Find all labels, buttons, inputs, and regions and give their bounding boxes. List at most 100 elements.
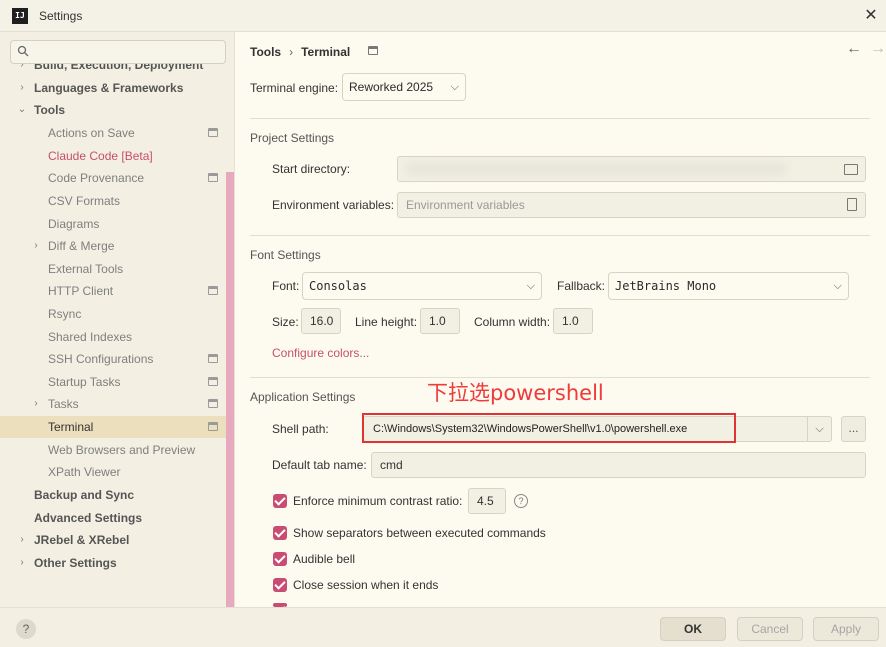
apply-button[interactable]: Apply — [813, 617, 879, 641]
line-height-field[interactable]: 1.0 — [420, 308, 460, 334]
app-logo-icon: IJ — [12, 8, 28, 24]
font-dropdown[interactable]: Consolas ⌵ — [302, 272, 542, 300]
font-size-field[interactable]: 16.0 — [301, 308, 341, 334]
sidebar-item-languages[interactable]: › Languages & Frameworks — [0, 77, 226, 99]
shell-path-dropdown[interactable]: C:\Windows\System32\WindowsPowerShell\v1… — [363, 416, 832, 442]
sidebar-item-code-provenance[interactable]: Code Provenance — [0, 167, 226, 189]
environment-variables-field[interactable]: Environment variables — [397, 192, 866, 218]
line-height-label: Line height: — [355, 315, 418, 329]
sidebar-item-label: Diagrams — [48, 217, 100, 231]
sidebar-item-startup-tasks[interactable]: Startup Tasks — [0, 371, 226, 393]
audible-bell-label: Audible bell — [293, 552, 356, 566]
project-scope-icon — [208, 128, 218, 137]
sidebar-item-label: Rsync — [48, 307, 82, 321]
configure-colors-link[interactable]: Configure colors... — [272, 346, 369, 360]
audible-bell-checkbox[interactable] — [273, 552, 287, 566]
fallback-font-dropdown[interactable]: JetBrains Mono ⌵ — [608, 272, 849, 300]
shell-path-label: Shell path: — [272, 422, 329, 436]
font-label: Font: — [272, 279, 300, 293]
sidebar-item-actions-on-save[interactable]: Actions on Save — [0, 122, 226, 144]
ok-button[interactable]: OK — [660, 617, 726, 641]
chevron-down-icon[interactable]: ⌵ — [807, 417, 831, 441]
sidebar-item-web-browsers[interactable]: Web Browsers and Preview — [0, 439, 226, 461]
sidebar-item-jrebel[interactable]: › JRebel & XRebel — [0, 529, 226, 551]
divider — [250, 235, 870, 236]
terminal-engine-value: Reworked 2025 — [349, 80, 434, 94]
project-scope-icon — [208, 422, 218, 431]
help-icon[interactable]: ? — [514, 494, 528, 508]
sidebar-item-build[interactable]: › Build, Execution, Deployment — [0, 64, 226, 76]
sidebar-item-ssh-configurations[interactable]: SSH Configurations — [0, 348, 226, 370]
redacted-path — [406, 162, 786, 176]
browse-shell-button[interactable]: ... — [841, 416, 866, 442]
title-bar: IJ Settings ✕ — [0, 0, 886, 32]
sidebar-item-xpath-viewer[interactable]: XPath Viewer — [0, 461, 226, 483]
breadcrumb-separator: › — [289, 45, 294, 59]
sidebar-item-label: JRebel & XRebel — [34, 533, 130, 547]
back-arrow-icon[interactable]: ← — [846, 40, 862, 58]
divider — [250, 118, 870, 119]
contrast-ratio-field[interactable]: 4.5 — [468, 488, 506, 514]
sidebar-item-rsync[interactable]: Rsync — [0, 303, 226, 325]
sidebar-item-shared-indexes[interactable]: Shared Indexes — [0, 326, 226, 348]
sidebar-item-claude-code[interactable]: Claude Code [Beta] — [0, 145, 226, 167]
breadcrumb-parent[interactable]: Tools — [250, 45, 281, 59]
close-session-label: Close session when it ends — [293, 578, 439, 592]
sidebar-item-label: External Tools — [48, 262, 124, 276]
sidebar-item-terminal[interactable]: Terminal — [0, 416, 226, 438]
default-tab-name-label: Default tab name: — [272, 458, 367, 472]
sidebar-item-backup-sync[interactable]: Backup and Sync — [0, 484, 226, 506]
fallback-label: Fallback: — [557, 279, 606, 293]
search-input[interactable] — [10, 40, 226, 64]
column-width-field[interactable]: 1.0 — [553, 308, 593, 334]
terminal-engine-dropdown[interactable]: Reworked 2025 ⌵ — [342, 73, 466, 101]
sidebar-item-external-tools[interactable]: External Tools — [0, 258, 226, 280]
column-width-value: 1.0 — [562, 314, 579, 328]
breadcrumb: Tools › Terminal — [250, 45, 350, 59]
chevron-down-icon: ⌵ — [450, 81, 459, 93]
sidebar-item-tools[interactable]: ⌄ Tools — [0, 99, 226, 121]
project-scope-icon — [208, 354, 218, 363]
chevron-right-icon: › — [20, 557, 24, 568]
forward-arrow-icon: → — [870, 40, 886, 57]
sidebar-item-tasks[interactable]: › Tasks — [0, 393, 226, 415]
sidebar-item-label: Languages & Frameworks — [34, 81, 184, 95]
annotation-text: 下拉选powershell — [427, 381, 604, 405]
window-title: Settings — [39, 9, 83, 23]
search-icon — [17, 45, 29, 57]
edit-document-icon[interactable] — [847, 198, 857, 211]
default-tab-name-value: cmd — [380, 458, 403, 472]
project-settings-heading: Project Settings — [250, 131, 335, 145]
sidebar-item-label: Terminal — [48, 420, 94, 434]
separators-label: Show separators between executed command… — [293, 526, 546, 540]
sidebar-item-label: Tasks — [48, 397, 79, 411]
sidebar-item-diff-merge[interactable]: › Diff & Merge — [0, 235, 226, 257]
chevron-right-icon: › — [20, 534, 24, 545]
project-scope-icon — [208, 377, 218, 386]
close-icon[interactable]: ✕ — [860, 5, 882, 27]
fallback-font-value: JetBrains Mono — [615, 279, 717, 293]
shell-path-value: C:\Windows\System32\WindowsPowerShell\v1… — [373, 423, 688, 435]
sidebar-item-csv-formats[interactable]: CSV Formats — [0, 190, 226, 212]
sidebar-item-label: Diff & Merge — [48, 239, 115, 253]
sidebar-item-label: Actions on Save — [48, 126, 135, 140]
sidebar-item-http-client[interactable]: HTTP Client — [0, 280, 226, 302]
size-label: Size: — [272, 315, 299, 329]
sidebar-scroll-accent — [226, 172, 234, 638]
separators-checkbox[interactable] — [273, 526, 287, 540]
default-tab-name-field[interactable]: cmd — [371, 452, 866, 478]
cancel-button[interactable]: Cancel — [737, 617, 803, 641]
start-directory-field[interactable] — [397, 156, 866, 182]
sidebar-item-diagrams[interactable]: Diagrams — [0, 213, 226, 235]
sidebar-item-other-settings[interactable]: › Other Settings — [0, 552, 226, 574]
column-width-label: Column width: — [474, 315, 551, 329]
sidebar-item-label: Backup and Sync — [34, 488, 135, 502]
sidebar-item-label: XPath Viewer — [48, 465, 121, 479]
close-session-checkbox[interactable] — [273, 578, 287, 592]
sidebar-item-advanced-settings[interactable]: Advanced Settings — [0, 507, 226, 529]
contrast-checkbox[interactable] — [273, 494, 287, 508]
help-button[interactable]: ? — [16, 619, 36, 639]
project-scope-icon — [368, 46, 378, 55]
sidebar-item-label: Tools — [34, 103, 66, 117]
folder-icon[interactable] — [844, 164, 858, 175]
